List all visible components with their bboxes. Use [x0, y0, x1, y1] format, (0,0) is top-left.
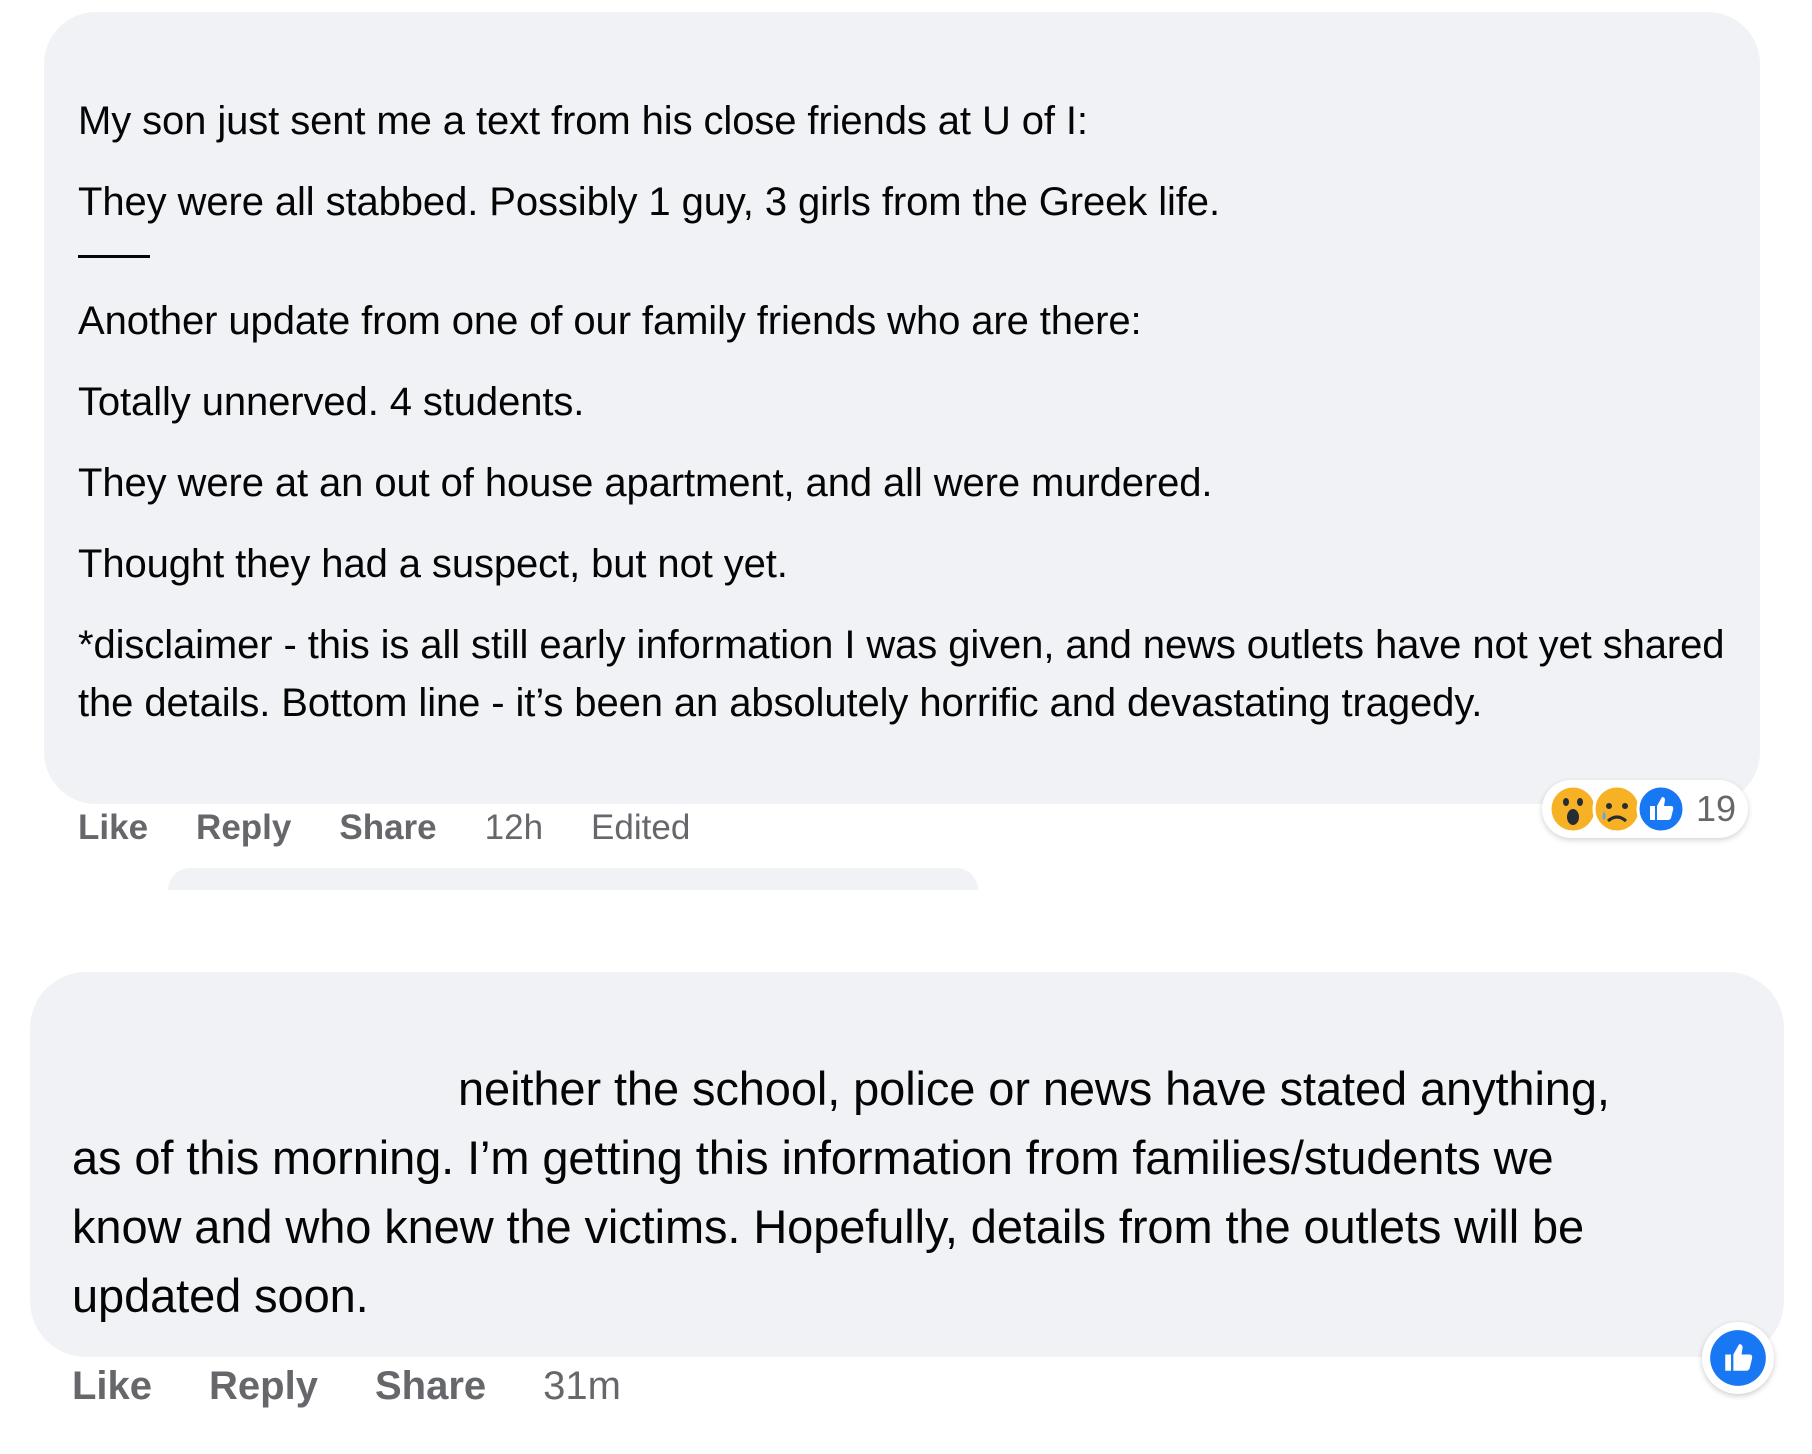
comment-bubble: My son just sent me a text from his clos…	[44, 12, 1760, 804]
edited-label[interactable]: Edited	[591, 808, 690, 848]
separator-line	[78, 255, 150, 258]
like-reaction-badge[interactable]	[1702, 1322, 1774, 1394]
share-button[interactable]: Share	[339, 808, 436, 848]
comment-paragraph: My son just sent me a text from his clos…	[78, 99, 1088, 143]
comment-paragraph: Totally unnerved. 4 students.	[78, 380, 585, 424]
comment-actions: Like Reply Share 12h Edited	[78, 808, 738, 848]
reply-preview-edge	[168, 868, 978, 890]
comment-disclaimer: *disclaimer - this is all still early in…	[78, 623, 1725, 725]
like-button[interactable]: Like	[78, 808, 148, 848]
like-button[interactable]: Like	[72, 1364, 152, 1409]
wow-reaction-icon	[1548, 784, 1598, 834]
comment-paragraph: Thought they had a suspect, but not yet.	[78, 542, 788, 586]
comment-actions: Like Reply Share 31m	[72, 1364, 621, 1409]
comment-bubble: neither the school, police or news have …	[30, 972, 1784, 1357]
like-reaction-icon	[1636, 784, 1686, 834]
comment-paragraph: They were all stabbed. Possibly 1 guy, 3…	[78, 180, 1220, 224]
like-reaction-icon	[1710, 1330, 1766, 1386]
reply-button[interactable]: Reply	[209, 1364, 318, 1409]
reaction-count: 19	[1696, 788, 1737, 829]
comment-paragraph: They were at an out of house apartment, …	[78, 461, 1213, 505]
timestamp[interactable]: 31m	[543, 1364, 621, 1409]
comment-text: neither the school, police or news have …	[72, 1062, 1610, 1322]
share-button[interactable]: Share	[375, 1364, 486, 1409]
comment-paragraph: Another update from one of our family fr…	[78, 299, 1142, 343]
timestamp[interactable]: 12h	[485, 808, 543, 848]
reply-button[interactable]: Reply	[196, 808, 291, 848]
sad-reaction-icon	[1592, 784, 1642, 834]
reaction-summary[interactable]: 19	[1542, 780, 1749, 838]
